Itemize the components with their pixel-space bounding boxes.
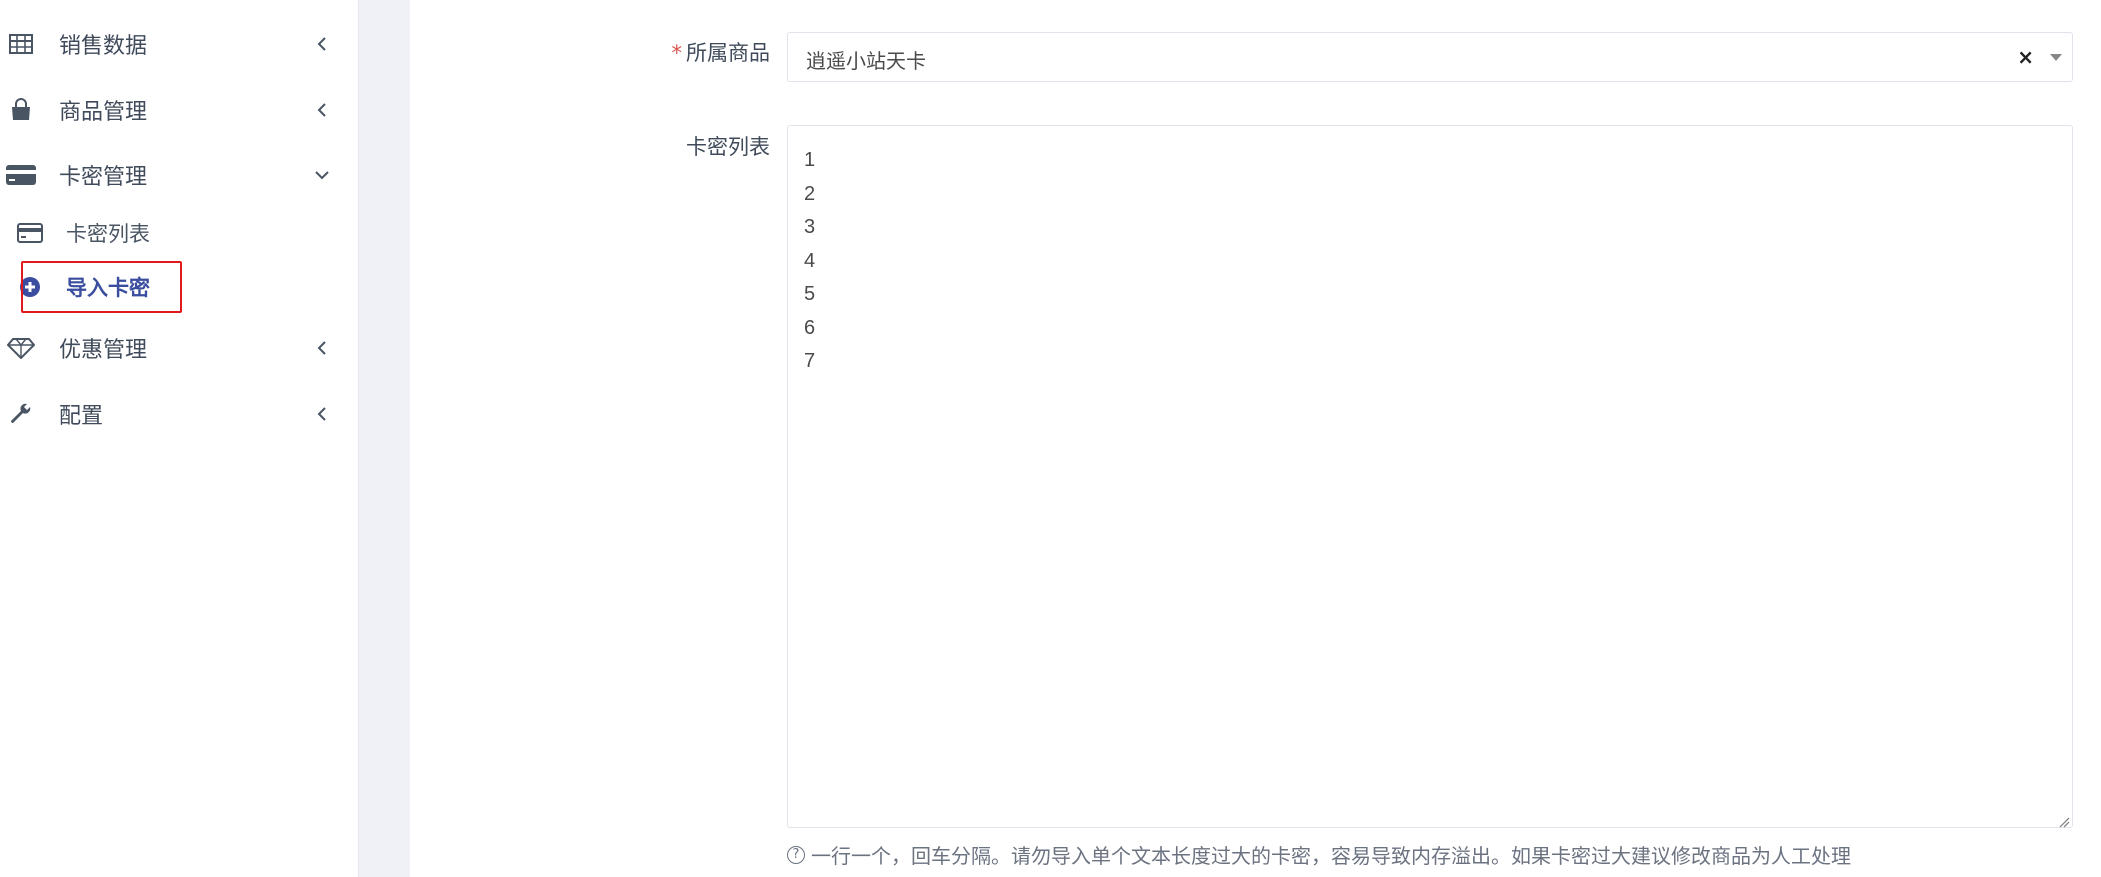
cards-textarea-content: 1 2 3 4 5 6 7 [804, 144, 815, 379]
sidebar-item-products[interactable]: 商品管理 [0, 82, 358, 138]
import-cards-form: * 所属商品 逍遥小站天卡 × 卡密列表 1 2 3 4 5 6 7 ? 一行一个… [410, 0, 2101, 877]
chevron-down-icon [312, 165, 332, 185]
card-line: 2 [804, 182, 816, 205]
product-select-value: 逍遥小站天卡 [806, 49, 926, 73]
sidebar-item-config[interactable]: 配置 [0, 386, 358, 442]
clear-icon[interactable]: × [2017, 45, 2034, 69]
card-line: 6 [804, 316, 816, 339]
diamond-icon [6, 333, 36, 363]
sidebar-item-label: 配置 [59, 404, 104, 429]
sidebar-item-label: 商品管理 [59, 100, 148, 125]
sidebar-item-label: 销售数据 [59, 34, 148, 59]
required-mark: * [671, 41, 683, 65]
sidebar-subitem-label: 卡密列表 [66, 222, 150, 246]
help-text: ? 一行一个，回车分隔。请勿导入单个文本长度过大的卡密，容易导致内存溢出。如果卡… [787, 840, 1851, 869]
card-line: 4 [804, 249, 816, 272]
chevron-left-icon [312, 338, 332, 358]
shopping-bag-icon [6, 95, 36, 125]
product-label-text: 所属商品 [686, 41, 770, 65]
table-icon [6, 29, 36, 59]
chevron-left-icon [312, 100, 332, 120]
help-text-content: 一行一个，回车分隔。请勿导入单个文本长度过大的卡密，容易导致内存溢出。如果卡密过… [811, 844, 1851, 868]
card-line: 3 [804, 216, 816, 238]
wrench-icon [6, 399, 36, 429]
sidebar-item-sales-data[interactable]: 销售数据 [0, 16, 358, 72]
sidebar-item-discounts[interactable]: 优惠管理 [0, 320, 358, 376]
highlight-box [21, 261, 182, 313]
cards-label: 卡密列表 [686, 135, 770, 159]
cards-textarea[interactable]: 1 2 3 4 5 6 7 [787, 125, 2073, 828]
credit-card-icon [4, 160, 38, 190]
sidebar-item-card-management[interactable]: 卡密管理 [0, 147, 358, 203]
credit-card-outline-icon [16, 219, 44, 247]
chevron-left-icon [312, 34, 332, 54]
product-select[interactable]: 逍遥小站天卡 × [787, 32, 2073, 82]
content-gutter [359, 0, 410, 877]
chevron-left-icon [312, 404, 332, 424]
question-circle-icon: ? [787, 845, 805, 864]
product-label: * 所属商品 [650, 37, 771, 67]
card-line: 5 [804, 283, 816, 305]
sidebar-subitem-card-list[interactable]: 卡密列表 [0, 208, 358, 258]
card-line: 7 [804, 350, 816, 372]
card-line: 1 [804, 149, 816, 171]
sidebar: 销售数据 商品管理 卡密管理 卡密列表 导入卡密 优惠管理 配置 [0, 0, 359, 877]
sidebar-item-label: 卡密管理 [59, 165, 148, 190]
resize-handle-icon[interactable] [2058, 813, 2070, 828]
sidebar-item-label: 优惠管理 [59, 338, 148, 363]
caret-down-icon[interactable] [2050, 54, 2062, 61]
